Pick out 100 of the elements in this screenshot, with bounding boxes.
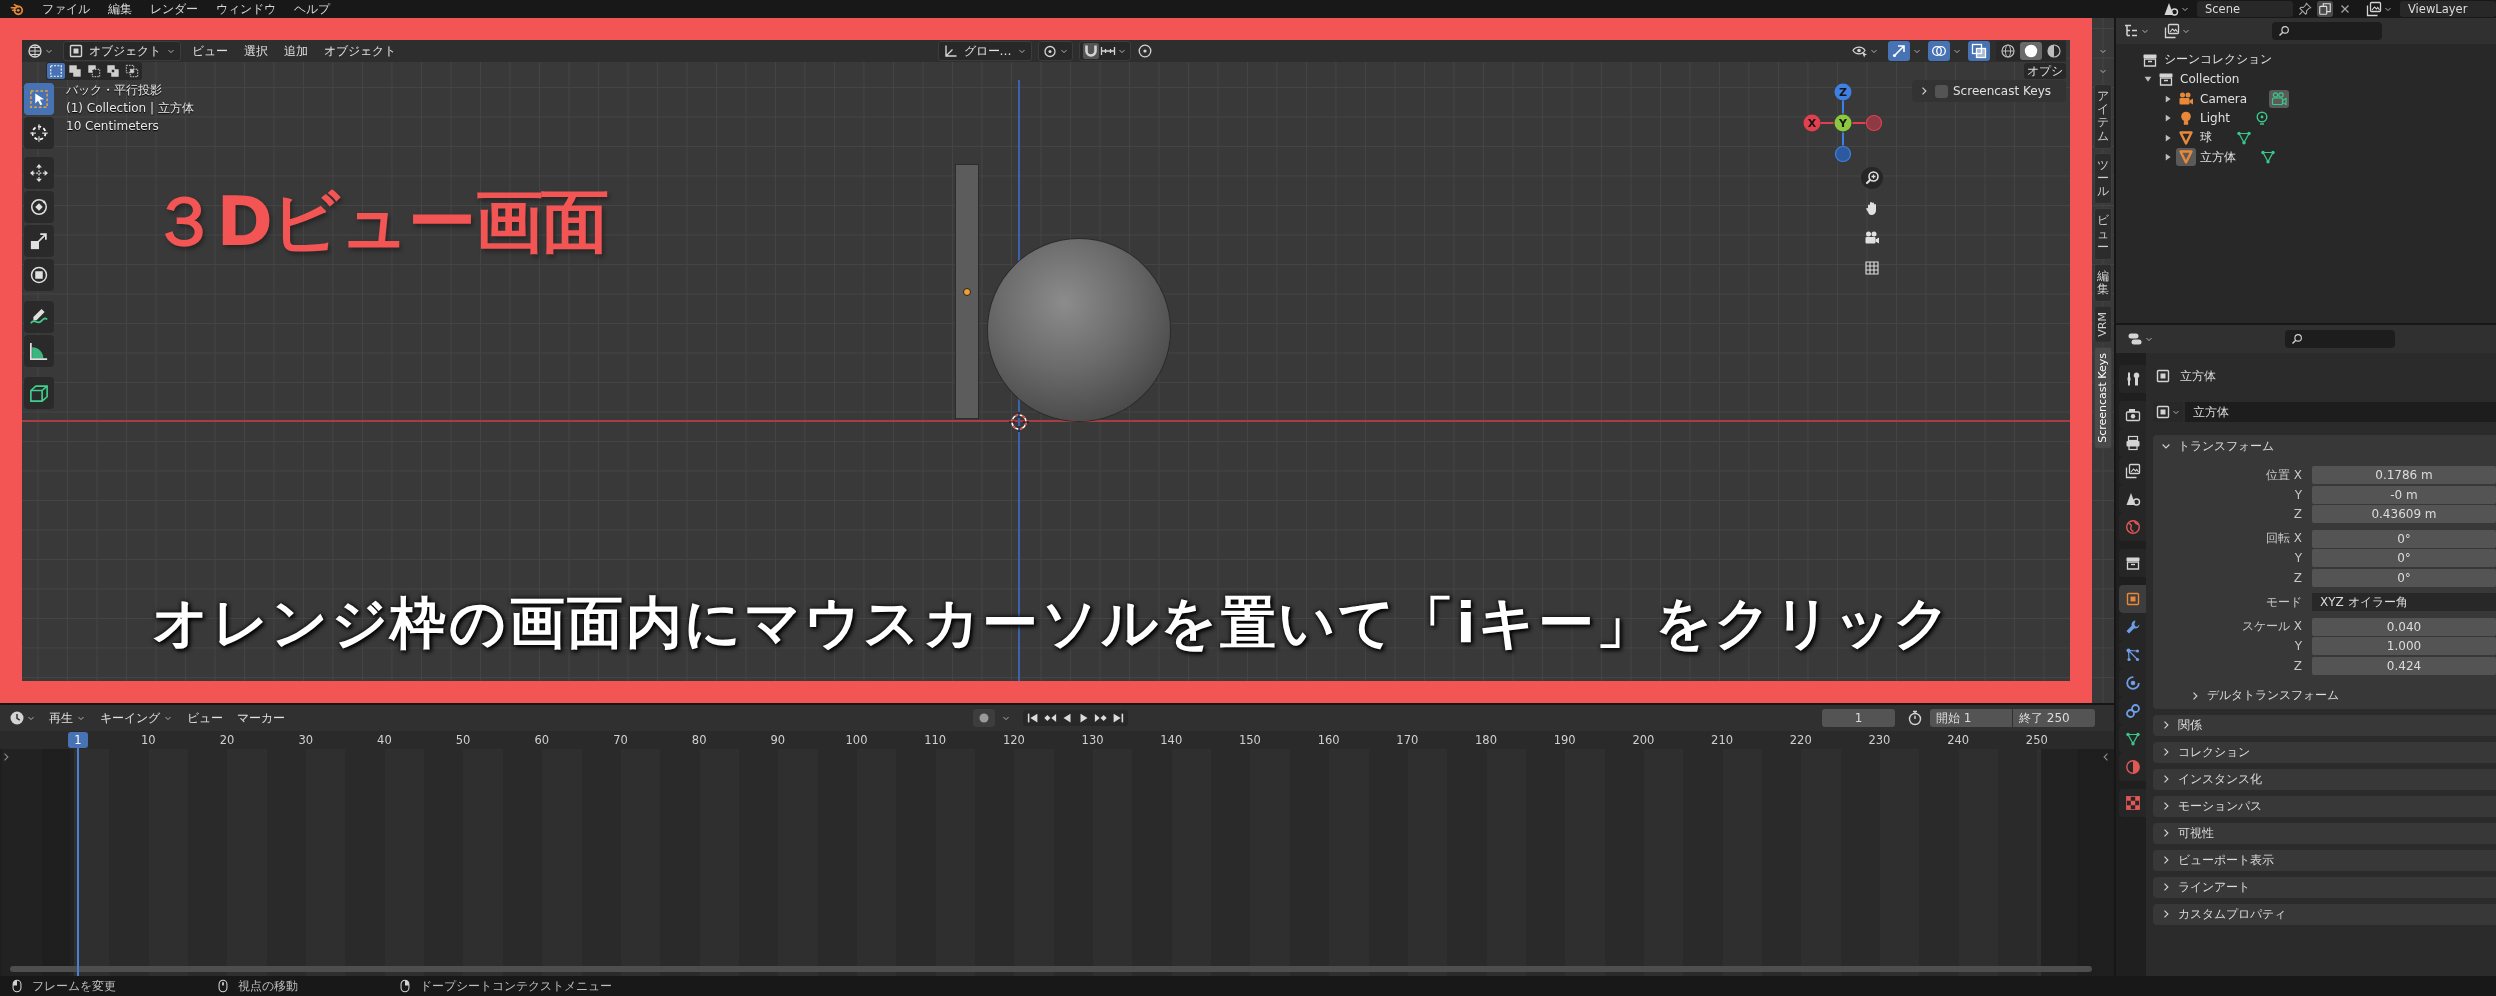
panel-header[interactable]: 可視性 [2153, 822, 2496, 844]
jump-to-end-icon[interactable] [1111, 711, 1125, 725]
menu-item[interactable]: レンダー [150, 0, 198, 18]
outliner-item-label[interactable]: Camera [2200, 91, 2248, 106]
select-box-tool[interactable] [24, 83, 54, 115]
cursor-tool[interactable] [24, 117, 54, 149]
pin-icon[interactable] [2297, 1, 2313, 17]
panel-header[interactable]: トランスフォーム [2153, 435, 2496, 457]
properties-tab[interactable] [2119, 365, 2146, 393]
number-field[interactable]: 0.040 [2312, 617, 2496, 636]
menu-item[interactable]: ファイル [42, 0, 90, 18]
number-field[interactable]: 0° [2312, 568, 2496, 587]
add-cube-tool[interactable] [24, 377, 54, 409]
number-field[interactable]: 0.1786 m [2312, 466, 2496, 484]
view-layer-name-field[interactable]: ViewLayer [2400, 1, 2496, 17]
panel-header[interactable]: モーションパス [2153, 795, 2496, 817]
gizmo-negative-z-axis[interactable] [1834, 131, 1852, 163]
triangle-icon[interactable] [2176, 148, 2196, 167]
menu-item[interactable]: ビュー [183, 709, 227, 727]
outliner-item-label[interactable]: 立方体 [2200, 148, 2236, 166]
gizmo-negative-x-axis[interactable] [1851, 114, 1883, 132]
properties-tab[interactable] [2119, 753, 2146, 781]
horizontal-scrollbar[interactable] [10, 966, 2092, 972]
properties-tab[interactable] [2119, 549, 2146, 577]
triangle-icon[interactable] [2176, 128, 2196, 147]
gizmo-y-axis[interactable]: Y [1834, 114, 1852, 132]
measure-tool[interactable] [24, 335, 54, 367]
menu-item[interactable]: キーイング [96, 709, 177, 727]
options-dropdown[interactable]: オプシ [2024, 63, 2066, 79]
overlapping-circles-icon[interactable] [1928, 41, 1950, 61]
sidebar-tab[interactable]: Screencast Keys [2093, 346, 2113, 449]
panel-header[interactable]: 関係 [2153, 714, 2496, 736]
panel-header[interactable]: インスタンス化 [2153, 768, 2496, 790]
blender-logo-icon[interactable] [10, 2, 24, 16]
jump-to-start-icon[interactable] [1026, 711, 1040, 725]
frame-number: 30 [297, 732, 315, 749]
sidebar-tab[interactable]: アイテム [2094, 84, 2112, 149]
square-minus-icon[interactable] [85, 63, 103, 79]
mode-dropdown[interactable]: オブジェクト [63, 41, 181, 61]
scene-name-field[interactable]: Scene [2197, 1, 2293, 17]
orientation-dropdown[interactable]: グロー… [937, 41, 1032, 61]
panel-header[interactable]: ビューポート表示 [2153, 849, 2496, 871]
pivot-dropdown[interactable] [1037, 41, 1073, 61]
dashed-square-icon[interactable] [47, 63, 65, 79]
timeline-track-area[interactable] [0, 749, 2114, 976]
sidebar-tab[interactable]: 編集 [2094, 263, 2112, 303]
panel-header[interactable]: ラインアート [2153, 876, 2496, 898]
move-tool[interactable] [24, 157, 54, 189]
menu-item[interactable]: 選択 [239, 42, 273, 60]
outliner-item-label[interactable]: シーンコレクション [2164, 51, 2272, 69]
zoom-icon[interactable] [1861, 167, 1883, 189]
menu-item[interactable]: ヘルプ [294, 0, 330, 18]
menu-item[interactable]: オブジェクト [319, 42, 401, 60]
number-field[interactable]: 0.43609 m [2312, 505, 2496, 523]
sidebar-tab[interactable]: ツール [2094, 152, 2112, 205]
squares-difference-icon[interactable] [104, 63, 122, 79]
two-squares-icon[interactable] [66, 63, 84, 79]
outliner-item-label[interactable]: Light [2200, 111, 2230, 126]
number-field[interactable]: 0° [2312, 529, 2496, 548]
movie-camera-icon[interactable] [2269, 89, 2290, 108]
number-field[interactable]: 0° [2312, 549, 2496, 567]
menu-item[interactable]: ビュー [187, 42, 233, 60]
rotation-mode-dropdown[interactable]: XYZ オイラー角 [2312, 593, 2496, 611]
properties-tab[interactable] [2119, 401, 2146, 429]
menu-item[interactable]: 再生 [45, 709, 90, 727]
current-frame-badge[interactable]: 1 [68, 732, 88, 748]
nested-squares-icon[interactable] [1968, 41, 1990, 61]
sidebar-tab[interactable]: VRM [2093, 306, 2113, 343]
stopwatch-icon[interactable] [1907, 710, 1923, 726]
menu-item[interactable]: マーカー [233, 709, 289, 727]
sidebar-tab[interactable]: ビュー [2094, 208, 2112, 260]
object-name-field[interactable]: 立方体 [2185, 402, 2496, 422]
number-field[interactable]: 0.424 [2312, 656, 2496, 675]
annotate-tool[interactable] [24, 301, 54, 333]
menu-item[interactable]: ウィンドウ [216, 0, 276, 18]
rotate-tool[interactable] [24, 191, 54, 223]
number-field[interactable]: 1.000 [2312, 637, 2496, 655]
search-field[interactable] [2285, 330, 2395, 348]
3d-cursor-icon[interactable] [1008, 411, 1030, 433]
scale-tool[interactable] [24, 225, 54, 257]
current-frame-field[interactable]: 1 [1822, 709, 1895, 727]
menu-item[interactable]: 編集 [108, 0, 132, 18]
copy-icon[interactable] [2317, 1, 2333, 17]
circle-dot-icon[interactable] [1136, 43, 1153, 59]
checkbox[interactable] [1935, 84, 1948, 98]
snap-controls[interactable] [1078, 41, 1131, 61]
transform-tool[interactable] [24, 259, 54, 291]
search-field[interactable] [2272, 22, 2382, 40]
panel-header[interactable]: コレクション [2153, 741, 2496, 763]
subpanel-header[interactable]: デルタトランスフォーム [2153, 684, 2496, 707]
number-field[interactable]: -0 m [2312, 485, 2496, 504]
menu-item[interactable]: 追加 [279, 42, 313, 60]
frame-range-field[interactable]: 開始 1 [1930, 709, 2012, 727]
frame-range-field[interactable]: 終了 250 [2013, 709, 2095, 727]
squares-overlap-icon[interactable] [123, 63, 141, 79]
frame-number: 80 [690, 732, 708, 749]
outliner-item-label[interactable]: Collection [2180, 72, 2240, 87]
outliner-item-label[interactable]: 球 [2200, 129, 2212, 147]
panel-header[interactable]: カスタムプロパティ [2153, 903, 2496, 925]
properties-tab[interactable] [2119, 613, 2146, 641]
